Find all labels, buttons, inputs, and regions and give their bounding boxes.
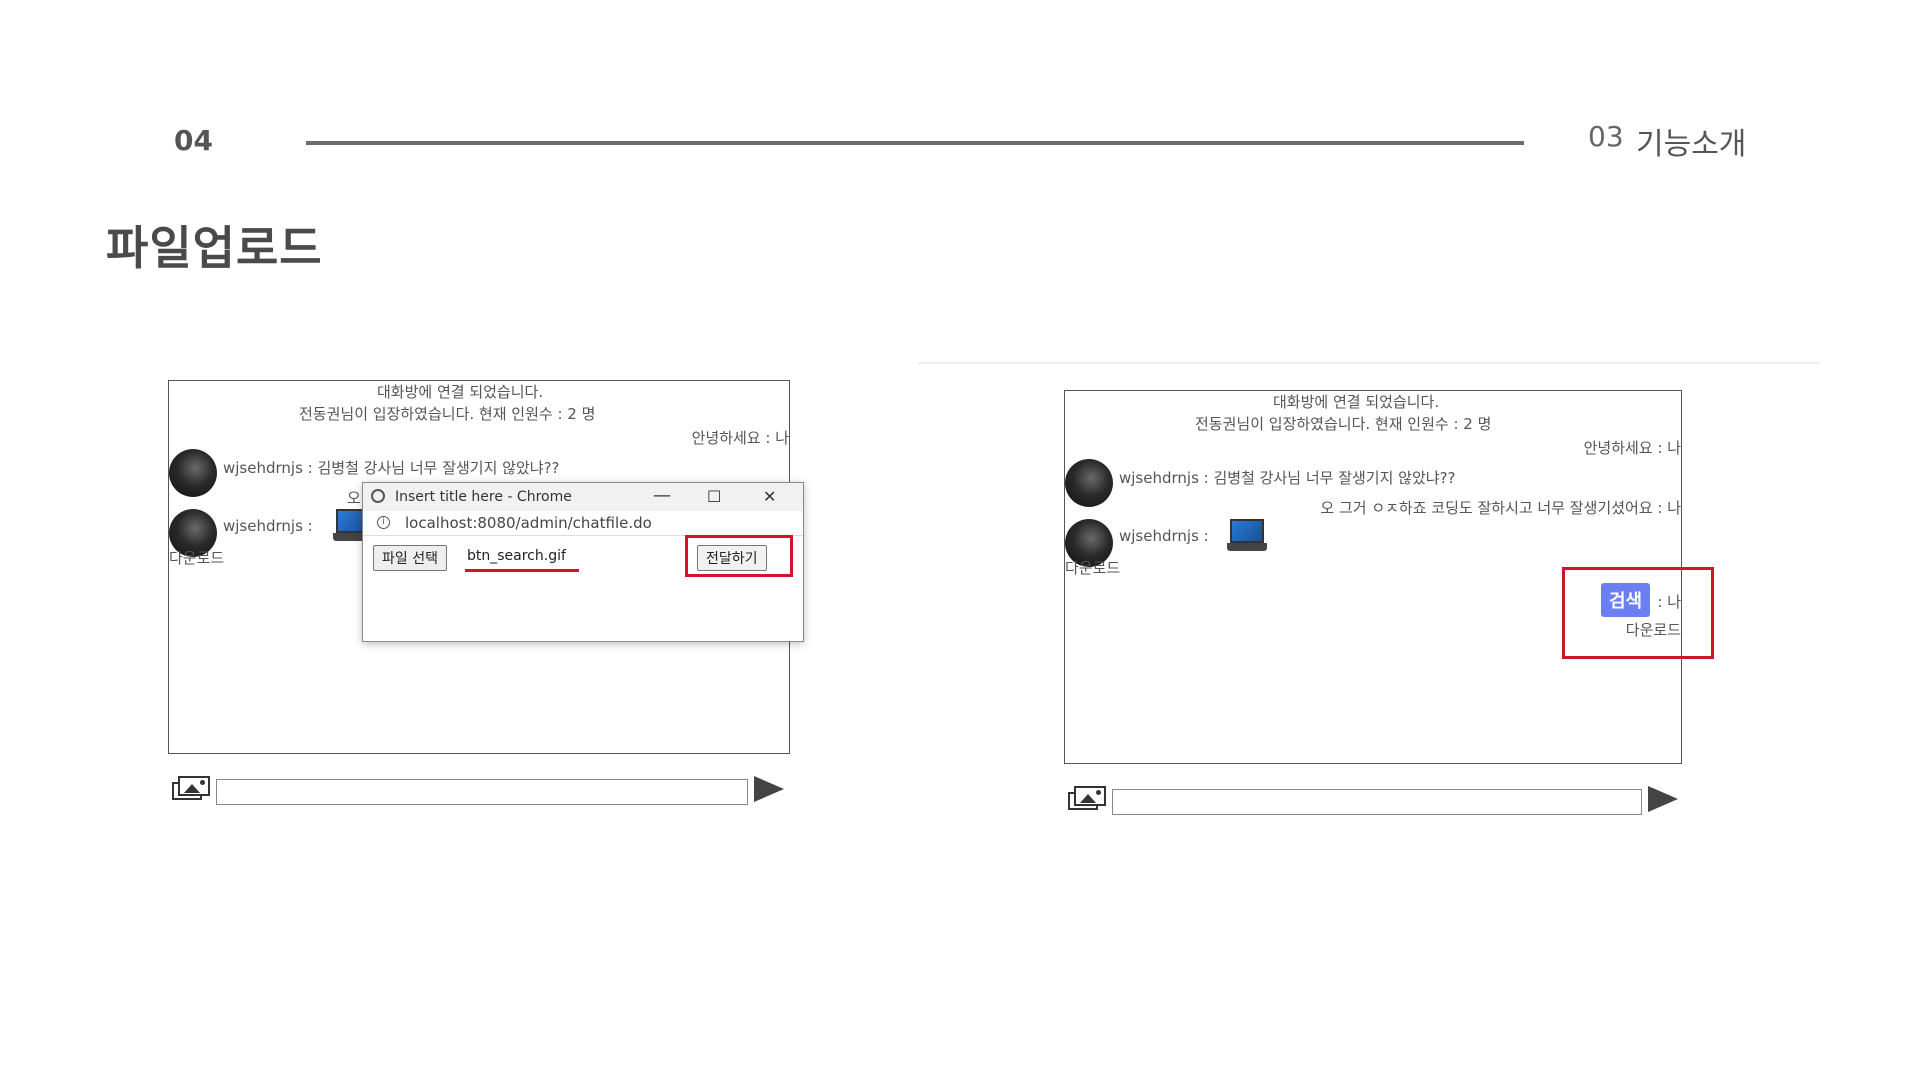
globe-icon [371, 489, 385, 503]
laptop-image [1227, 519, 1267, 553]
avatar [169, 449, 217, 497]
send-arrow-icon[interactable] [754, 776, 784, 802]
highlight-frame [1562, 567, 1714, 659]
slide-title: 파일업로드 [106, 221, 323, 275]
info-icon: i [377, 516, 390, 529]
maximize-icon[interactable]: ☐ [707, 487, 721, 506]
minimize-icon[interactable]: — [653, 485, 671, 506]
header-divider [306, 141, 1524, 145]
download-link[interactable]: 다운로드 [1065, 557, 1120, 578]
popup-titlebar[interactable]: Insert title here - Chrome — ☐ ✕ [363, 483, 803, 512]
user-message: wjsehdrnjs : 김병철 강사님 너무 잘생기지 않았냐?? [223, 459, 560, 477]
highlight-underline [465, 569, 579, 572]
message-input[interactable] [1112, 789, 1642, 815]
divider [918, 362, 1820, 364]
popup-title: Insert title here - Chrome [395, 489, 572, 505]
download-link[interactable]: 다운로드 [169, 547, 224, 568]
my-message: 안녕하세요 : 나 [1583, 439, 1681, 457]
image-upload-icon[interactable] [1068, 786, 1106, 810]
my-message: 안녕하세요 : 나 [691, 429, 789, 447]
highlight-frame [685, 535, 793, 577]
avatar [1065, 459, 1113, 507]
selected-file-name: btn_search.gif [467, 548, 566, 564]
address-url: localhost:8080/admin/chatfile.do [405, 514, 652, 532]
image-upload-icon[interactable] [172, 776, 210, 800]
user-message: wjsehdrnjs : [1119, 527, 1209, 545]
my-message: 오 그거 ㅇㅈ하죠 코딩도 잘하시고 너무 잘생기셨어요 : 나 [1320, 499, 1681, 517]
system-message: 전동권님이 입장하였습니다. 현재 인원수 : 2 명 [1195, 415, 1492, 433]
user-message: wjsehdrnjs : 김병철 강사님 너무 잘생기지 않았냐?? [1119, 469, 1456, 487]
system-message: 대화방에 연결 되었습니다. [1273, 393, 1440, 411]
address-bar[interactable]: i localhost:8080/admin/chatfile.do [363, 511, 803, 536]
file-upload-popup: Insert title here - Chrome — ☐ ✕ i local… [362, 482, 804, 642]
section-number: 03 [1588, 120, 1624, 153]
system-message: 대화방에 연결 되었습니다. [377, 383, 544, 401]
page-number: 04 [174, 124, 213, 157]
partial-message: 오 [347, 489, 361, 507]
send-arrow-icon[interactable] [1648, 786, 1678, 812]
system-message: 전동권님이 입장하였습니다. 현재 인원수 : 2 명 [299, 405, 596, 423]
close-icon[interactable]: ✕ [763, 487, 776, 506]
section-title: 기능소개 [1636, 127, 1747, 162]
user-message: wjsehdrnjs : [223, 517, 313, 535]
message-input[interactable] [216, 779, 748, 805]
choose-file-button[interactable]: 파일 선택 [373, 545, 447, 571]
